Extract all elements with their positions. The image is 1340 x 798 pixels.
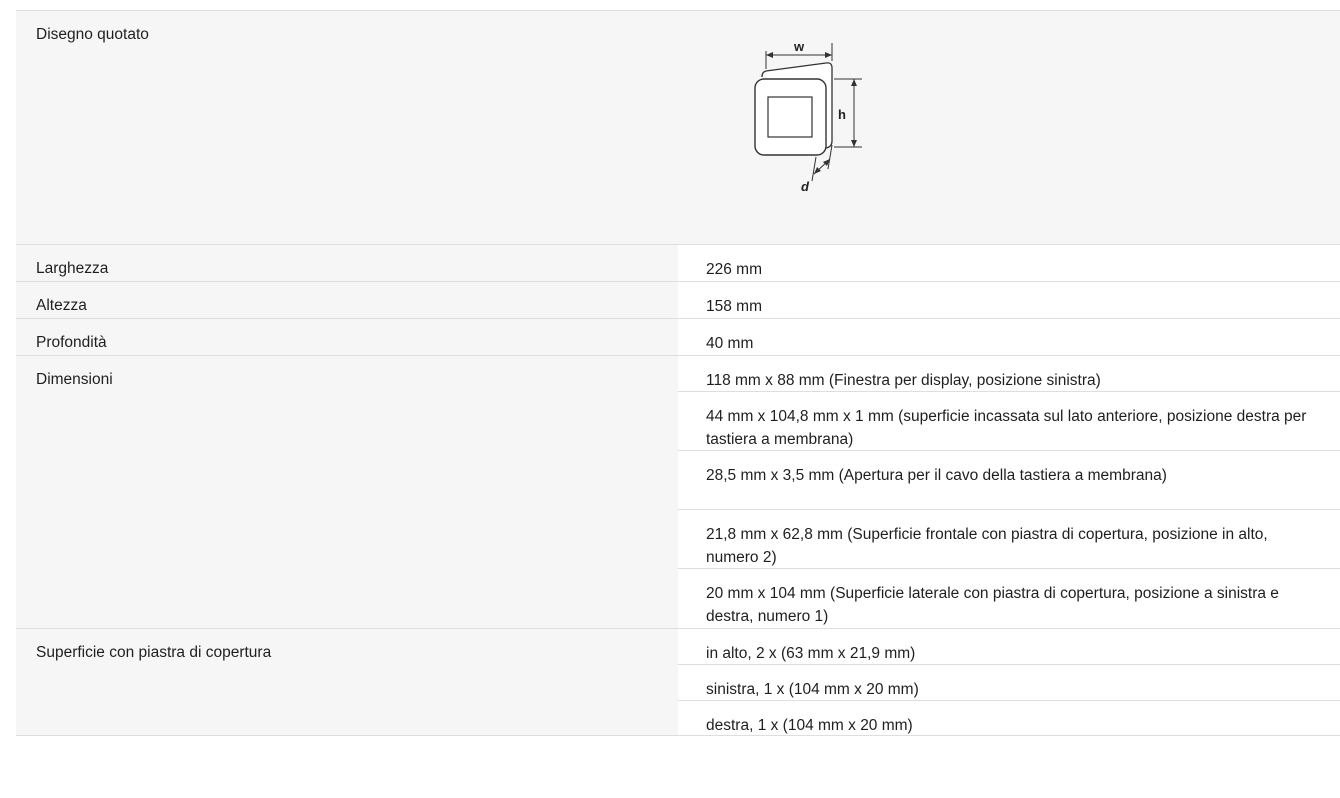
spec-label: Larghezza bbox=[16, 245, 678, 281]
spec-row-profondita: Profondità 40 mm bbox=[16, 319, 1340, 356]
spec-value: 28,5 mm x 3,5 mm (Apertura per il cavo d… bbox=[678, 451, 1340, 510]
spec-value: 44 mm x 104,8 mm x 1 mm (superficie inca… bbox=[678, 392, 1340, 451]
spec-row-drawing: Disegno quotato w h d bbox=[16, 11, 1340, 245]
spec-label: Altezza bbox=[16, 282, 678, 318]
spec-row-superficie: Superficie con piastra di copertura in a… bbox=[16, 629, 1340, 736]
spec-row-dimensioni: Dimensioni 118 mm x 88 mm (Finestra per … bbox=[16, 356, 1340, 629]
spec-value: in alto, 2 x (63 mm x 21,9 mm) bbox=[678, 629, 1340, 665]
spec-value: 118 mm x 88 mm (Finestra per display, po… bbox=[678, 356, 1340, 392]
spec-value: 21,8 mm x 62,8 mm (Superficie frontale c… bbox=[678, 510, 1340, 569]
spec-value: 158 mm bbox=[706, 298, 762, 315]
dim-h-label: h bbox=[838, 107, 846, 122]
spec-value: 40 mm bbox=[706, 335, 754, 352]
dim-w-label: w bbox=[793, 41, 805, 54]
spec-value: sinistra, 1 x (104 mm x 20 mm) bbox=[678, 665, 1340, 701]
spec-row-altezza: Altezza 158 mm bbox=[16, 282, 1340, 319]
spec-table: Disegno quotato w h d Larghezza 226 mm A… bbox=[16, 10, 1340, 736]
dim-d-label: d bbox=[801, 179, 810, 194]
spec-value: destra, 1 x (104 mm x 20 mm) bbox=[706, 717, 913, 734]
spec-label: Profondità bbox=[16, 319, 678, 355]
spec-label: Dimensioni bbox=[16, 356, 678, 628]
dimension-drawing-icon: w h d bbox=[754, 41, 862, 194]
spec-value: 226 mm bbox=[706, 261, 762, 278]
spec-label: Superficie con piastra di copertura bbox=[16, 629, 678, 735]
dimension-drawing-cell: w h d bbox=[678, 11, 1340, 244]
spec-value: 20 mm x 104 mm (Superficie laterale con … bbox=[706, 585, 1279, 625]
spec-label: Disegno quotato bbox=[16, 11, 678, 244]
spec-row-larghezza: Larghezza 226 mm bbox=[16, 245, 1340, 282]
